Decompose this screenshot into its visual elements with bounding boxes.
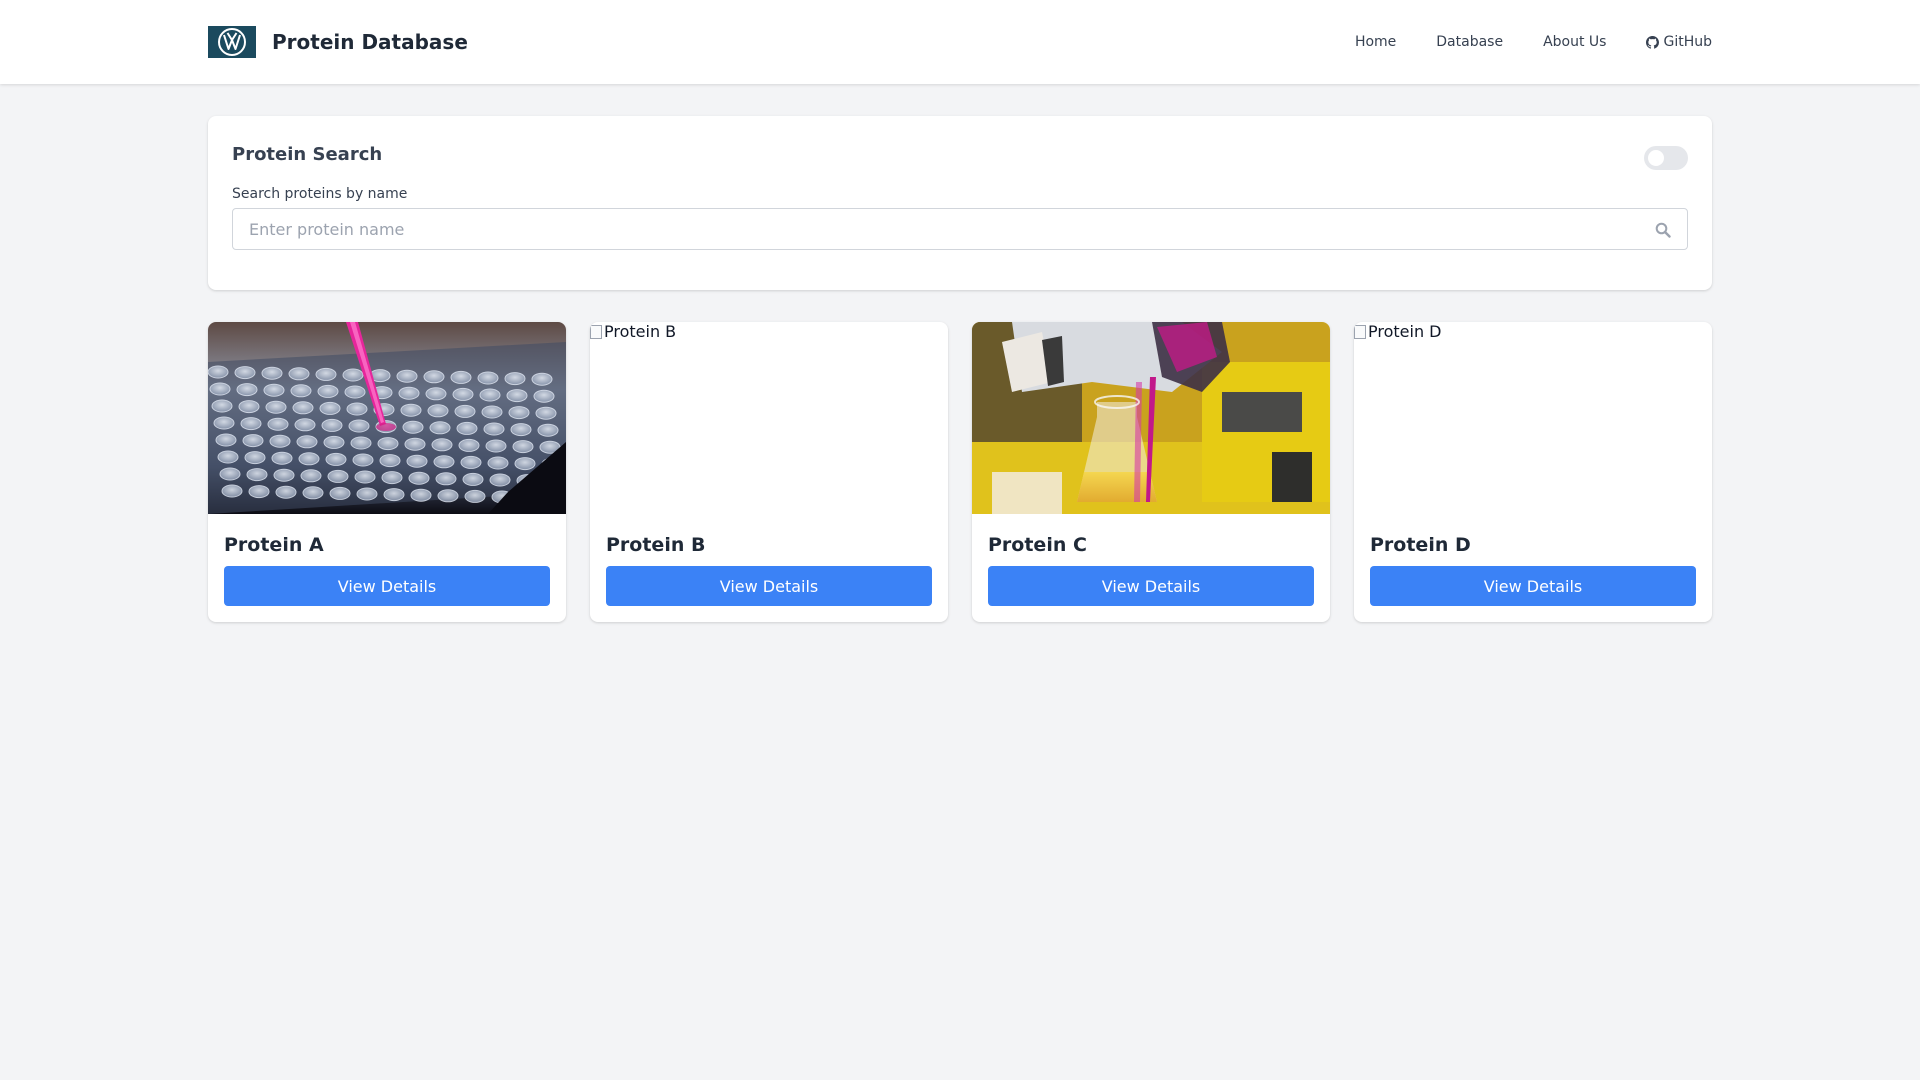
brand[interactable]: Protein Database (208, 26, 468, 58)
protein-a-image (208, 322, 566, 514)
nav-about-link[interactable]: About Us (1543, 34, 1606, 50)
card-title: Protein C (988, 534, 1087, 556)
view-details-button[interactable]: View Details (606, 566, 932, 606)
protein-search-input[interactable] (233, 209, 1633, 249)
toggle-knob (1648, 150, 1664, 166)
search-icon[interactable] (1655, 222, 1671, 238)
card-title: Protein D (1370, 534, 1471, 556)
view-details-button[interactable]: View Details (988, 566, 1314, 606)
protein-card: Protein D Protein D View Details (1354, 322, 1712, 622)
site-title: Protein Database (272, 30, 468, 54)
protein-card: Protein B Protein B View Details (590, 322, 948, 622)
search-box (232, 208, 1688, 250)
image-alt-text: Protein B (604, 322, 677, 341)
nav-home-link[interactable]: Home (1355, 34, 1396, 50)
github-icon (1646, 35, 1660, 49)
protein-c-image (972, 322, 1330, 514)
broken-image-glyph (1354, 324, 1366, 339)
nav-github-link[interactable]: GitHub (1646, 34, 1712, 50)
protein-d-image: Protein D (1354, 322, 1712, 514)
protein-search-panel: Protein Search Search proteins by name (208, 116, 1712, 290)
image-alt-text: Protein D (1368, 322, 1442, 341)
protein-card: Protein C View Details (972, 322, 1330, 622)
broken-image-icon: Protein D (1354, 322, 1442, 341)
nav-github-label: GitHub (1663, 34, 1712, 50)
search-label: Search proteins by name (232, 186, 408, 202)
protein-b-image: Protein B (590, 322, 948, 514)
top-navbar: Protein Database Home Database About Us … (0, 0, 1920, 84)
broken-image-glyph (590, 324, 602, 339)
view-details-button[interactable]: View Details (1370, 566, 1696, 606)
vw-logo-icon[interactable] (208, 26, 256, 58)
theme-toggle[interactable] (1644, 146, 1688, 170)
broken-image-icon: Protein B (590, 322, 676, 341)
view-details-button[interactable]: View Details (224, 566, 550, 606)
main-nav: Home Database About Us GitHub (1315, 34, 1712, 50)
navbar-inner: Protein Database Home Database About Us … (208, 0, 1712, 84)
protein-card-grid: Protein A View Details Protein B Protein… (208, 322, 1712, 622)
card-title: Protein A (224, 534, 324, 556)
protein-card: Protein A View Details (208, 322, 566, 622)
nav-database-link[interactable]: Database (1436, 34, 1503, 50)
search-panel-title: Protein Search (232, 144, 383, 165)
card-title: Protein B (606, 534, 706, 556)
